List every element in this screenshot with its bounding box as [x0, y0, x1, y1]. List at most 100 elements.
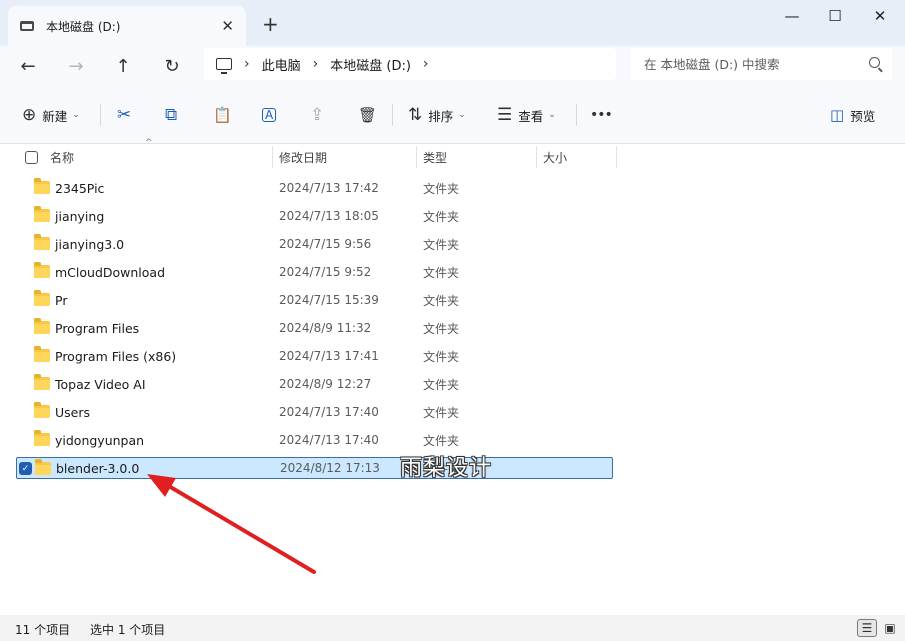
maximize-button[interactable]: ☐	[823, 6, 847, 26]
sort-icon: ⇅	[408, 104, 423, 125]
back-button[interactable]: ←	[13, 51, 43, 81]
file-row[interactable]: jianying 2024/7/13 18:05 文件夹	[16, 205, 613, 227]
rename-button[interactable]: A	[262, 101, 277, 129]
column-header-modified[interactable]: 修改日期	[279, 144, 327, 170]
copy-button[interactable]: ⧉	[165, 101, 177, 129]
file-row[interactable]: yidongyunpan 2024/7/13 17:40 文件夹	[16, 429, 613, 451]
computer-icon[interactable]	[216, 58, 232, 74]
file-row[interactable]: Program Files (x86) 2024/7/13 17:41 文件夹	[16, 345, 613, 367]
file-row[interactable]: Program Files 2024/8/9 11:32 文件夹	[16, 317, 613, 339]
breadcrumb-local-disk-d[interactable]: 本地磁盘 (D:)	[330, 55, 411, 74]
folder-icon	[34, 262, 50, 278]
file-row[interactable]: Users 2024/7/13 17:40 文件夹	[16, 401, 613, 423]
file-modified-date: 2024/7/13 17:40	[279, 433, 379, 447]
sort-label: 排序	[428, 108, 454, 124]
folder-icon	[34, 206, 50, 222]
file-row[interactable]: ✓ blender-3.0.0 2024/8/12 17:13 文件夹	[16, 457, 613, 479]
file-modified-date: 2024/7/15 9:52	[279, 265, 372, 279]
file-name: Pr	[55, 292, 68, 308]
preview-pane-button[interactable]: ◫ 预览	[830, 101, 875, 129]
command-bar: ⊕ 新建 ⌄ ✂ ⧉ 📋 A ⇪ 🗑 ⇅ 排序 ⌄ ☰ 查看 ⌄ ••• ◫ 预…	[0, 86, 905, 144]
file-modified-date: 2024/8/12 17:13	[280, 461, 380, 475]
close-window-button[interactable]: ✕	[868, 6, 892, 26]
file-name: blender-3.0.0	[56, 460, 140, 476]
tiles-view-button[interactable]: ▣	[880, 619, 900, 637]
chevron-down-icon: ⌄	[72, 110, 80, 120]
file-modified-date: 2024/7/15 9:56	[279, 237, 372, 251]
cut-button[interactable]: ✂	[117, 101, 131, 129]
up-button[interactable]: ↑	[108, 51, 138, 81]
file-row[interactable]: Topaz Video AI 2024/8/9 12:27 文件夹	[16, 373, 613, 395]
breadcrumb-chevron-icon[interactable]: ›	[244, 56, 250, 72]
file-modified-date: 2024/7/13 17:42	[279, 181, 379, 195]
file-name: Topaz Video AI	[55, 376, 146, 392]
folder-icon	[34, 430, 50, 446]
tab-close-icon[interactable]: ✕	[221, 17, 234, 35]
delete-button[interactable]: 🗑	[358, 101, 377, 129]
trash-icon: 🗑	[358, 105, 378, 124]
file-type: 文件夹	[423, 209, 460, 224]
chevron-down-icon: ⌄	[548, 110, 556, 120]
more-dots-icon: •••	[590, 107, 613, 123]
share-button[interactable]: ⇪	[310, 101, 324, 129]
details-view-button[interactable]: ☰	[857, 619, 877, 637]
view-list-icon: ☰	[497, 104, 513, 125]
view-button[interactable]: ☰ 查看 ⌄	[497, 101, 556, 129]
file-type: 文件夹	[424, 461, 461, 476]
file-row[interactable]: jianying3.0 2024/7/15 9:56 文件夹	[16, 233, 613, 255]
folder-icon	[35, 459, 51, 475]
plus-circle-icon: ⊕	[22, 104, 37, 125]
minimize-button[interactable]: —	[780, 6, 804, 26]
drive-icon	[20, 21, 34, 31]
tab-local-disk-d[interactable]: 本地磁盘 (D:) ✕	[8, 6, 246, 46]
new-label: 新建	[42, 108, 68, 124]
breadcrumb-this-pc[interactable]: 此电脑	[262, 55, 301, 74]
title-bar: 本地磁盘 (D:) ✕ + — ☐ ✕	[0, 0, 905, 46]
column-divider[interactable]	[272, 146, 273, 168]
copy-icon: ⧉	[165, 104, 178, 125]
file-name: jianying	[55, 208, 105, 224]
new-tab-button[interactable]: +	[262, 12, 279, 36]
folder-icon	[34, 318, 50, 334]
row-checkbox-checked-icon[interactable]: ✓	[19, 462, 32, 475]
column-divider[interactable]	[616, 146, 617, 168]
address-bar[interactable]: › 此电脑 › 本地磁盘 (D:) ›	[204, 48, 616, 80]
navigation-bar: ← → ↑ ↻ › 此电脑 › 本地磁盘 (D:) ›	[0, 46, 905, 86]
paste-button[interactable]: 📋	[213, 101, 232, 129]
column-header-name[interactable]: 名称	[50, 144, 74, 170]
sort-button[interactable]: ⇅ 排序 ⌄	[408, 101, 466, 129]
file-name: yidongyunpan	[55, 432, 145, 448]
folder-icon	[34, 290, 50, 306]
view-label: 查看	[518, 108, 544, 124]
more-options-button[interactable]: •••	[590, 101, 613, 129]
file-row[interactable]: 2345Pic 2024/7/13 17:42 文件夹	[16, 177, 613, 199]
file-row[interactable]: mCloudDownload 2024/7/15 9:52 文件夹	[16, 261, 613, 283]
breadcrumb-chevron-icon[interactable]: ›	[313, 56, 319, 72]
refresh-button[interactable]: ↻	[157, 51, 187, 81]
column-header-row: ^ 名称 修改日期 类型 大小	[0, 138, 905, 170]
file-row[interactable]: Pr 2024/7/15 15:39 文件夹	[16, 289, 613, 311]
column-header-size[interactable]: 大小	[543, 144, 567, 170]
file-modified-date: 2024/7/13 17:41	[279, 349, 379, 363]
search-icon[interactable]	[869, 57, 880, 68]
toolbar-divider	[100, 104, 101, 126]
column-header-type[interactable]: 类型	[423, 144, 447, 170]
forward-button[interactable]: →	[61, 51, 91, 81]
share-icon: ⇪	[310, 104, 325, 125]
status-bar: 11 个项目 选中 1 个项目 ☰ ▣	[0, 615, 905, 641]
new-button[interactable]: ⊕ 新建 ⌄	[22, 101, 80, 129]
folder-icon	[34, 346, 50, 362]
breadcrumb-chevron-icon[interactable]: ›	[423, 56, 429, 72]
select-all-checkbox[interactable]	[25, 144, 38, 170]
file-type: 文件夹	[423, 405, 460, 420]
file-type: 文件夹	[423, 433, 460, 448]
column-divider[interactable]	[416, 146, 417, 168]
rename-icon: A	[262, 108, 277, 122]
file-type: 文件夹	[423, 377, 460, 392]
file-modified-date: 2024/7/13 17:40	[279, 405, 379, 419]
scissors-icon: ✂	[117, 104, 132, 125]
search-box[interactable]	[630, 48, 892, 80]
column-divider[interactable]	[536, 146, 537, 168]
search-input[interactable]	[644, 56, 858, 72]
file-type: 文件夹	[423, 321, 460, 336]
